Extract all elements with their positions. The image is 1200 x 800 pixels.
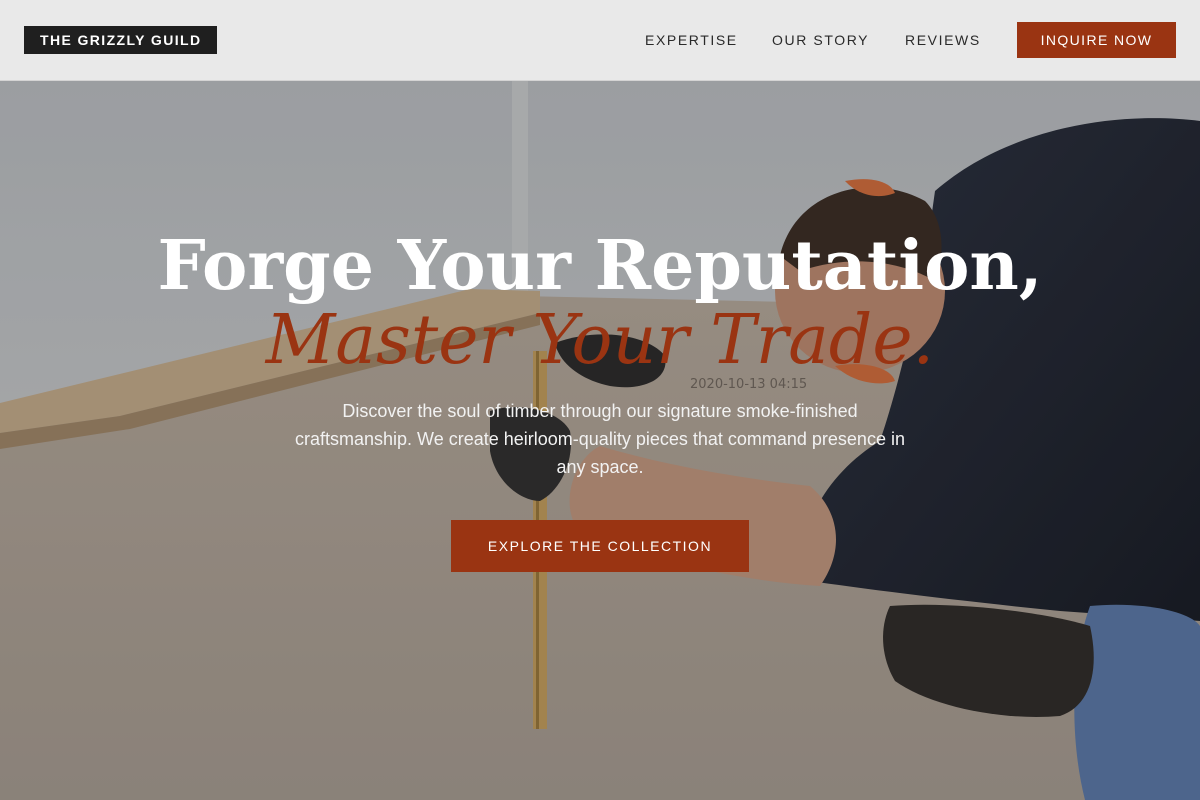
hero-subtitle: Discover the soul of timber through our … — [295, 401, 905, 477]
hero-headline-accent: Master Your Trade. — [265, 301, 935, 380]
nav-link-expertise[interactable]: EXPERTISE — [645, 31, 738, 49]
site-logo[interactable]: THE GRIZZLY GUILD — [24, 26, 218, 54]
hero-section: 2020-10-13 04:15 Forge Your Reputation, … — [0, 81, 1200, 800]
site-header: THE GRIZZLY GUILD EXPERTISE OUR STORY RE… — [0, 0, 1200, 81]
hero-headline: Forge Your Reputation, — [157, 226, 1043, 306]
explore-collection-button[interactable]: EXPLORE THE COLLECTION — [451, 520, 749, 572]
inquire-now-button[interactable]: INQUIRE NOW — [1017, 22, 1176, 58]
nav-link-reviews[interactable]: REVIEWS — [905, 31, 981, 49]
nav-link-our-story[interactable]: OUR STORY — [772, 31, 869, 49]
